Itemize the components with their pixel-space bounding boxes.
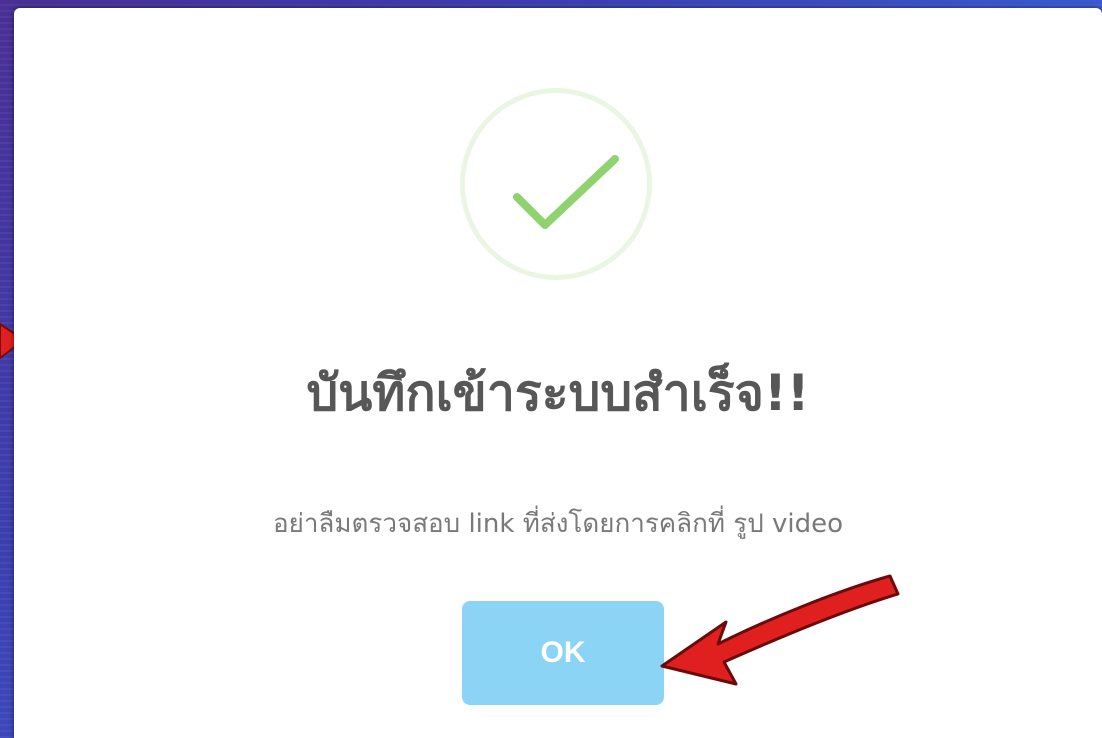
dialog-title: บันทึกเข้าระบบสำเร็จ!! xyxy=(306,364,810,422)
success-icon-circle xyxy=(460,88,652,280)
checkmark-icon xyxy=(513,155,619,229)
success-dialog: บันทึกเข้าระบบสำเร็จ!! อย่าลืมตรวจสอบ li… xyxy=(14,8,1102,738)
red-arrow-icon xyxy=(660,574,900,686)
ok-button[interactable]: OK xyxy=(462,601,664,705)
dialog-message: อย่าลืมตรวจสอบ link ที่ส่งโดยการคลิกที่ … xyxy=(272,509,844,539)
